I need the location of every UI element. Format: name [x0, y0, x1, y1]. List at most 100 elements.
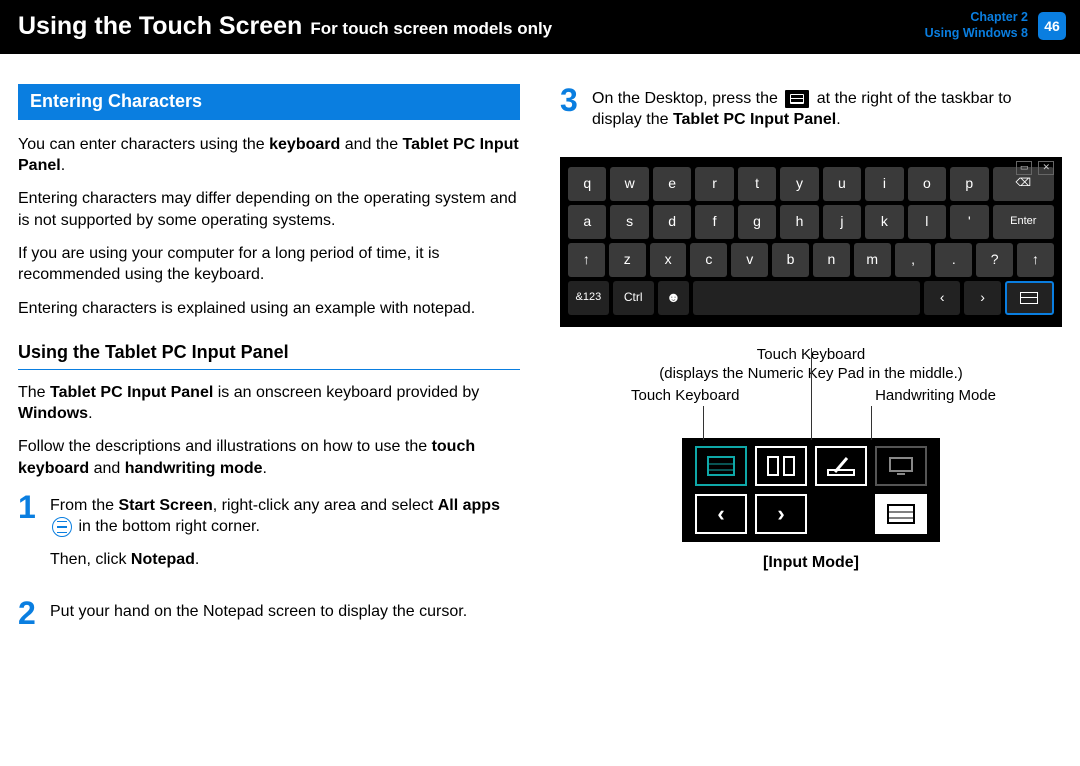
key-apostrophe[interactable]: '	[950, 205, 988, 239]
input-mode-panel: ‹ ›	[682, 438, 940, 542]
input-mode-touch-keyboard-split[interactable]	[755, 446, 807, 486]
header-title: Using the Touch Screen For touch screen …	[18, 12, 552, 41]
step-2: 2 Put your hand on the Notepad screen to…	[18, 597, 520, 634]
key-w[interactable]: w	[610, 167, 648, 201]
keyboard-icon	[1020, 292, 1038, 304]
key-emoji[interactable]: ☻	[658, 281, 690, 315]
key-numbers[interactable]: &123	[568, 281, 609, 315]
key-s[interactable]: s	[610, 205, 648, 239]
backspace-icon: ⌫	[1016, 176, 1032, 191]
callout-line-icon	[871, 406, 872, 440]
input-mode-section: Touch Keyboard (displays the Numeric Key…	[560, 345, 1062, 573]
key-n[interactable]: n	[813, 243, 850, 277]
chapter-sub-line: Using Windows 8	[925, 26, 1028, 42]
key-question[interactable]: ?	[976, 243, 1013, 277]
key-a[interactable]: a	[568, 205, 606, 239]
key-d[interactable]: d	[653, 205, 691, 239]
key-shift-right[interactable]: ↑	[1017, 243, 1054, 277]
key-f[interactable]: f	[695, 205, 733, 239]
handwriting-icon	[827, 456, 855, 476]
key-m[interactable]: m	[854, 243, 891, 277]
key-ctrl[interactable]: Ctrl	[613, 281, 654, 315]
key-j[interactable]: j	[823, 205, 861, 239]
key-c[interactable]: c	[690, 243, 727, 277]
keyboard-minimize-icon[interactable]: ▭	[1016, 161, 1033, 175]
keyboard-split-icon	[767, 456, 795, 476]
page-body: Entering Characters You can enter charac…	[0, 54, 1080, 648]
input-mode-prev[interactable]: ‹	[695, 494, 747, 534]
intro-para-3: If you are using your computer for a lon…	[18, 243, 520, 286]
chevron-right-icon: ›	[777, 499, 784, 528]
callout-labels: Touch Keyboard Handwriting Mode	[681, 386, 941, 438]
input-mode-dock[interactable]	[875, 446, 927, 486]
key-enter[interactable]: Enter	[993, 205, 1055, 239]
keyboard-row-3: ↑ z x c v b n m , . ? ↑	[568, 243, 1054, 277]
input-mode-top-row	[690, 446, 932, 486]
key-b[interactable]: b	[772, 243, 809, 277]
input-mode-caption: [Input Mode]	[763, 552, 859, 573]
input-mode-next[interactable]: ›	[755, 494, 807, 534]
intro-para-1: You can enter characters using the keybo…	[18, 134, 520, 177]
key-u[interactable]: u	[823, 167, 861, 201]
key-e[interactable]: e	[653, 167, 691, 201]
key-z[interactable]: z	[609, 243, 646, 277]
step-number: 3	[560, 84, 582, 143]
label-touch-keyboard: Touch Keyboard	[631, 386, 739, 406]
all-apps-icon	[52, 517, 72, 537]
key-shift-left[interactable]: ↑	[568, 243, 605, 277]
title-sub: For touch screen models only	[310, 19, 552, 39]
step-1: 1 From the Start Screen, right-click any…	[18, 491, 520, 583]
intro-para-4: Entering characters is explained using a…	[18, 298, 520, 319]
keyboard-close-icon[interactable]: ✕	[1038, 161, 1054, 175]
chapter-info: Chapter 2 Using Windows 8	[925, 10, 1028, 41]
key-right[interactable]: ›	[964, 281, 1000, 315]
step-body: From the Start Screen, right-click any a…	[50, 491, 520, 583]
sub-para-2: Follow the descriptions and illustration…	[18, 436, 520, 479]
key-space[interactable]	[693, 281, 920, 315]
key-i[interactable]: i	[865, 167, 903, 201]
right-column: 3 On the Desktop, press the at the right…	[560, 84, 1062, 648]
key-o[interactable]: o	[908, 167, 946, 201]
key-q[interactable]: q	[568, 167, 606, 201]
key-g[interactable]: g	[738, 205, 776, 239]
key-l[interactable]: l	[908, 205, 946, 239]
key-v[interactable]: v	[731, 243, 768, 277]
key-k[interactable]: k	[865, 205, 903, 239]
keyboard-icon	[707, 456, 735, 476]
chevron-left-icon: ‹	[717, 499, 724, 528]
key-t[interactable]: t	[738, 167, 776, 201]
keyboard-titlebar: ▭ ✕	[1016, 161, 1054, 175]
key-x[interactable]: x	[650, 243, 687, 277]
input-mode-touch-keyboard[interactable]	[695, 446, 747, 486]
key-comma[interactable]: ,	[895, 243, 932, 277]
keyboard-row-1: q w e r t y u i o p ⌫	[568, 167, 1054, 201]
touch-keyboard: ▭ ✕ q w e r t y u i o p ⌫ a s d f g	[560, 157, 1062, 327]
sub-para-1: The Tablet PC Input Panel is an onscreen…	[18, 382, 520, 425]
input-mode-handwriting[interactable]	[815, 446, 867, 486]
page-header: Using the Touch Screen For touch screen …	[0, 0, 1080, 54]
keyboard-row-2: a s d f g h j k l ' Enter	[568, 205, 1054, 239]
monitor-icon	[887, 456, 915, 476]
key-period[interactable]: .	[935, 243, 972, 277]
keyboard-taskbar-icon	[784, 89, 810, 109]
step-number: 2	[18, 597, 40, 634]
section-title: Entering Characters	[18, 84, 520, 120]
label-handwriting: Handwriting Mode	[875, 386, 996, 406]
key-y[interactable]: y	[780, 167, 818, 201]
key-p[interactable]: p	[950, 167, 988, 201]
input-mode-bottom-row: ‹ ›	[690, 494, 932, 534]
keyboard-row-4: &123 Ctrl ☻ ‹ ›	[568, 281, 1054, 315]
key-h[interactable]: h	[780, 205, 818, 239]
step-number: 1	[18, 491, 40, 583]
key-r[interactable]: r	[695, 167, 733, 201]
callout-line-icon	[703, 406, 704, 440]
emoji-icon: ☻	[666, 288, 681, 307]
step-3: 3 On the Desktop, press the at the right…	[560, 84, 1062, 143]
key-keyboard-mode[interactable]	[1005, 281, 1054, 315]
keyboard-icon	[887, 504, 915, 524]
step-body: On the Desktop, press the at the right o…	[592, 84, 1062, 131]
title-main: Using the Touch Screen	[18, 12, 302, 41]
header-meta: Chapter 2 Using Windows 8 46	[925, 10, 1066, 41]
input-mode-keyboard-toggle[interactable]	[875, 494, 927, 534]
key-left[interactable]: ‹	[924, 281, 960, 315]
